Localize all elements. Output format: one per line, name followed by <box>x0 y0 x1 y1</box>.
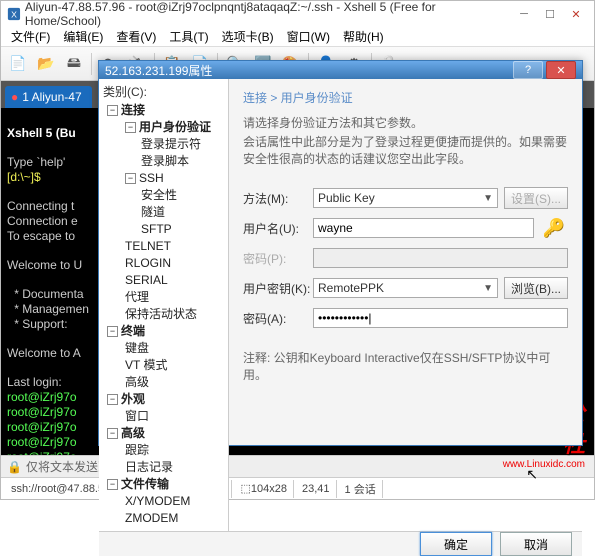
tree-logging[interactable]: 日志记录 <box>103 459 226 476</box>
tree-xymodem[interactable]: X/YMODEM <box>103 493 226 510</box>
method-select[interactable]: Public Key ▼ <box>313 188 498 208</box>
category-tree[interactable]: −连接 −用户身份验证 登录提示符 登录脚本 −SSH 安全性 隧道 SFTP … <box>103 102 226 527</box>
properties-dialog: 52.163.231.199属性 ? ✕ 类别(C): −连接 −用户身份验证 … <box>98 60 583 446</box>
tree-zmodem[interactable]: ZMODEM <box>103 510 226 527</box>
tree-advanced2[interactable]: −高级 <box>103 425 226 442</box>
tree-telnet[interactable]: TELNET <box>103 238 226 255</box>
tool-save-icon[interactable]: 🖴 <box>61 51 87 77</box>
tree-window[interactable]: 窗口 <box>103 408 226 425</box>
menu-view[interactable]: 查看(V) <box>110 26 162 47</box>
tree-trace[interactable]: 跟踪 <box>103 442 226 459</box>
password-input <box>313 248 568 268</box>
chevron-down-icon: ▼ <box>483 283 493 294</box>
tab-indicator-icon: ● <box>11 90 18 104</box>
tree-rlogin[interactable]: RLOGIN <box>103 255 226 272</box>
auth-note: 注释: 公钥和Keyboard Interactive仅在SSH/SFTP协议中… <box>243 349 568 383</box>
tree-serial[interactable]: SERIAL <box>103 272 226 289</box>
dialog-close-button[interactable]: ✕ <box>546 61 576 79</box>
menu-file[interactable]: 文件(F) <box>5 26 56 47</box>
tool-open-icon[interactable]: 📂 <box>33 51 59 77</box>
category-tree-panel: 类别(C): −连接 −用户身份验证 登录提示符 登录脚本 −SSH 安全性 隧… <box>99 79 229 531</box>
dialog-content: 连接 > 用户身份验证 请选择身份验证方法和其它参数。 会话属性中此部分是为了登… <box>229 79 582 531</box>
ok-button[interactable]: 确定 <box>420 532 492 556</box>
menu-edit[interactable]: 编辑(E) <box>57 26 109 47</box>
tree-tunnel[interactable]: 隧道 <box>103 204 226 221</box>
tree-terminal[interactable]: −终端 <box>103 323 226 340</box>
tree-auth[interactable]: −用户身份验证 <box>103 119 226 136</box>
tree-security[interactable]: 安全性 <box>103 187 226 204</box>
tree-advanced[interactable]: 高级 <box>103 374 226 391</box>
category-label: 类别(C): <box>103 83 226 100</box>
tree-keepalive[interactable]: 保持活动状态 <box>103 306 226 323</box>
collapse-icon[interactable]: − <box>125 122 136 133</box>
collapse-icon[interactable]: − <box>107 394 118 405</box>
collapse-icon[interactable]: − <box>107 326 118 337</box>
session-tab[interactable]: ● 1 Aliyun-47 <box>5 86 92 108</box>
dialog-footer: 确定 取消 <box>99 531 582 556</box>
cursor-icon: ↖ <box>526 466 538 483</box>
username-input[interactable] <box>313 218 534 238</box>
menu-tabs[interactable]: 选项卡(B) <box>216 26 280 47</box>
username-label: 用户名(U): <box>243 220 313 237</box>
tree-ssh[interactable]: −SSH <box>103 170 226 187</box>
tree-login-prompt[interactable]: 登录提示符 <box>103 136 226 153</box>
tool-new-icon[interactable]: 📄 <box>5 51 31 77</box>
dialog-title: 52.163.231.199属性 <box>105 62 510 79</box>
svg-text:X: X <box>11 9 17 19</box>
tree-keyboard[interactable]: 键盘 <box>103 340 226 357</box>
tree-proxy[interactable]: 代理 <box>103 289 226 306</box>
maximize-button[interactable]: ☐ <box>538 6 562 22</box>
chevron-down-icon: ▼ <box>483 193 493 204</box>
menu-window[interactable]: 窗口(W) <box>281 26 336 47</box>
breadcrumb: 连接 > 用户身份验证 <box>243 89 568 106</box>
method-label: 方法(M): <box>243 190 313 207</box>
lock-icon: 🔒 <box>7 460 22 474</box>
tree-appearance[interactable]: −外观 <box>103 391 226 408</box>
key-icon: 🔑 <box>540 218 568 238</box>
app-title: Aliyun-47.88.57.96 - root@iZrj97oclpnqnt… <box>25 0 512 28</box>
collapse-icon[interactable]: − <box>107 479 118 490</box>
dialog-desc: 请选择身份验证方法和其它参数。 <box>243 114 568 131</box>
dialog-help-button[interactable]: ? <box>513 61 543 79</box>
dialog-titlebar[interactable]: 52.163.231.199属性 ? ✕ <box>99 61 582 79</box>
collapse-icon[interactable]: − <box>125 173 136 184</box>
tree-connection[interactable]: −连接 <box>103 102 226 119</box>
keypass-label: 密码(A): <box>243 310 313 327</box>
settings-button[interactable]: 设置(S)... <box>504 187 568 209</box>
menu-help[interactable]: 帮助(H) <box>337 26 390 47</box>
close-button[interactable]: ✕ <box>564 6 588 22</box>
menu-tools[interactable]: 工具(T) <box>163 26 214 47</box>
userkey-label: 用户密钥(K): <box>243 280 313 297</box>
collapse-icon[interactable]: − <box>107 105 118 116</box>
browse-button[interactable]: 浏览(B)... <box>504 277 568 299</box>
userkey-select[interactable]: RemotePPK ▼ <box>313 278 498 298</box>
password-label: 密码(P): <box>243 250 313 267</box>
tree-filetransfer[interactable]: −文件传输 <box>103 476 226 493</box>
app-icon: X <box>7 7 21 21</box>
tree-vt[interactable]: VT 模式 <box>103 357 226 374</box>
dialog-desc2: 会话属性中此部分是为了登录过程更便捷而提供的。如果需要安全性很高的状态的话建议您… <box>243 133 568 167</box>
tree-login-script[interactable]: 登录脚本 <box>103 153 226 170</box>
minimize-button[interactable]: ─ <box>512 6 536 22</box>
collapse-icon[interactable]: − <box>107 428 118 439</box>
app-titlebar: X Aliyun-47.88.57.96 - root@iZrj97oclpnq… <box>1 1 594 27</box>
menubar: 文件(F) 编辑(E) 查看(V) 工具(T) 选项卡(B) 窗口(W) 帮助(… <box>1 27 594 47</box>
cancel-button[interactable]: 取消 <box>500 532 572 556</box>
keypass-input[interactable] <box>313 308 568 328</box>
tab-label: 1 Aliyun-47 <box>22 90 81 104</box>
tree-sftp[interactable]: SFTP <box>103 221 226 238</box>
